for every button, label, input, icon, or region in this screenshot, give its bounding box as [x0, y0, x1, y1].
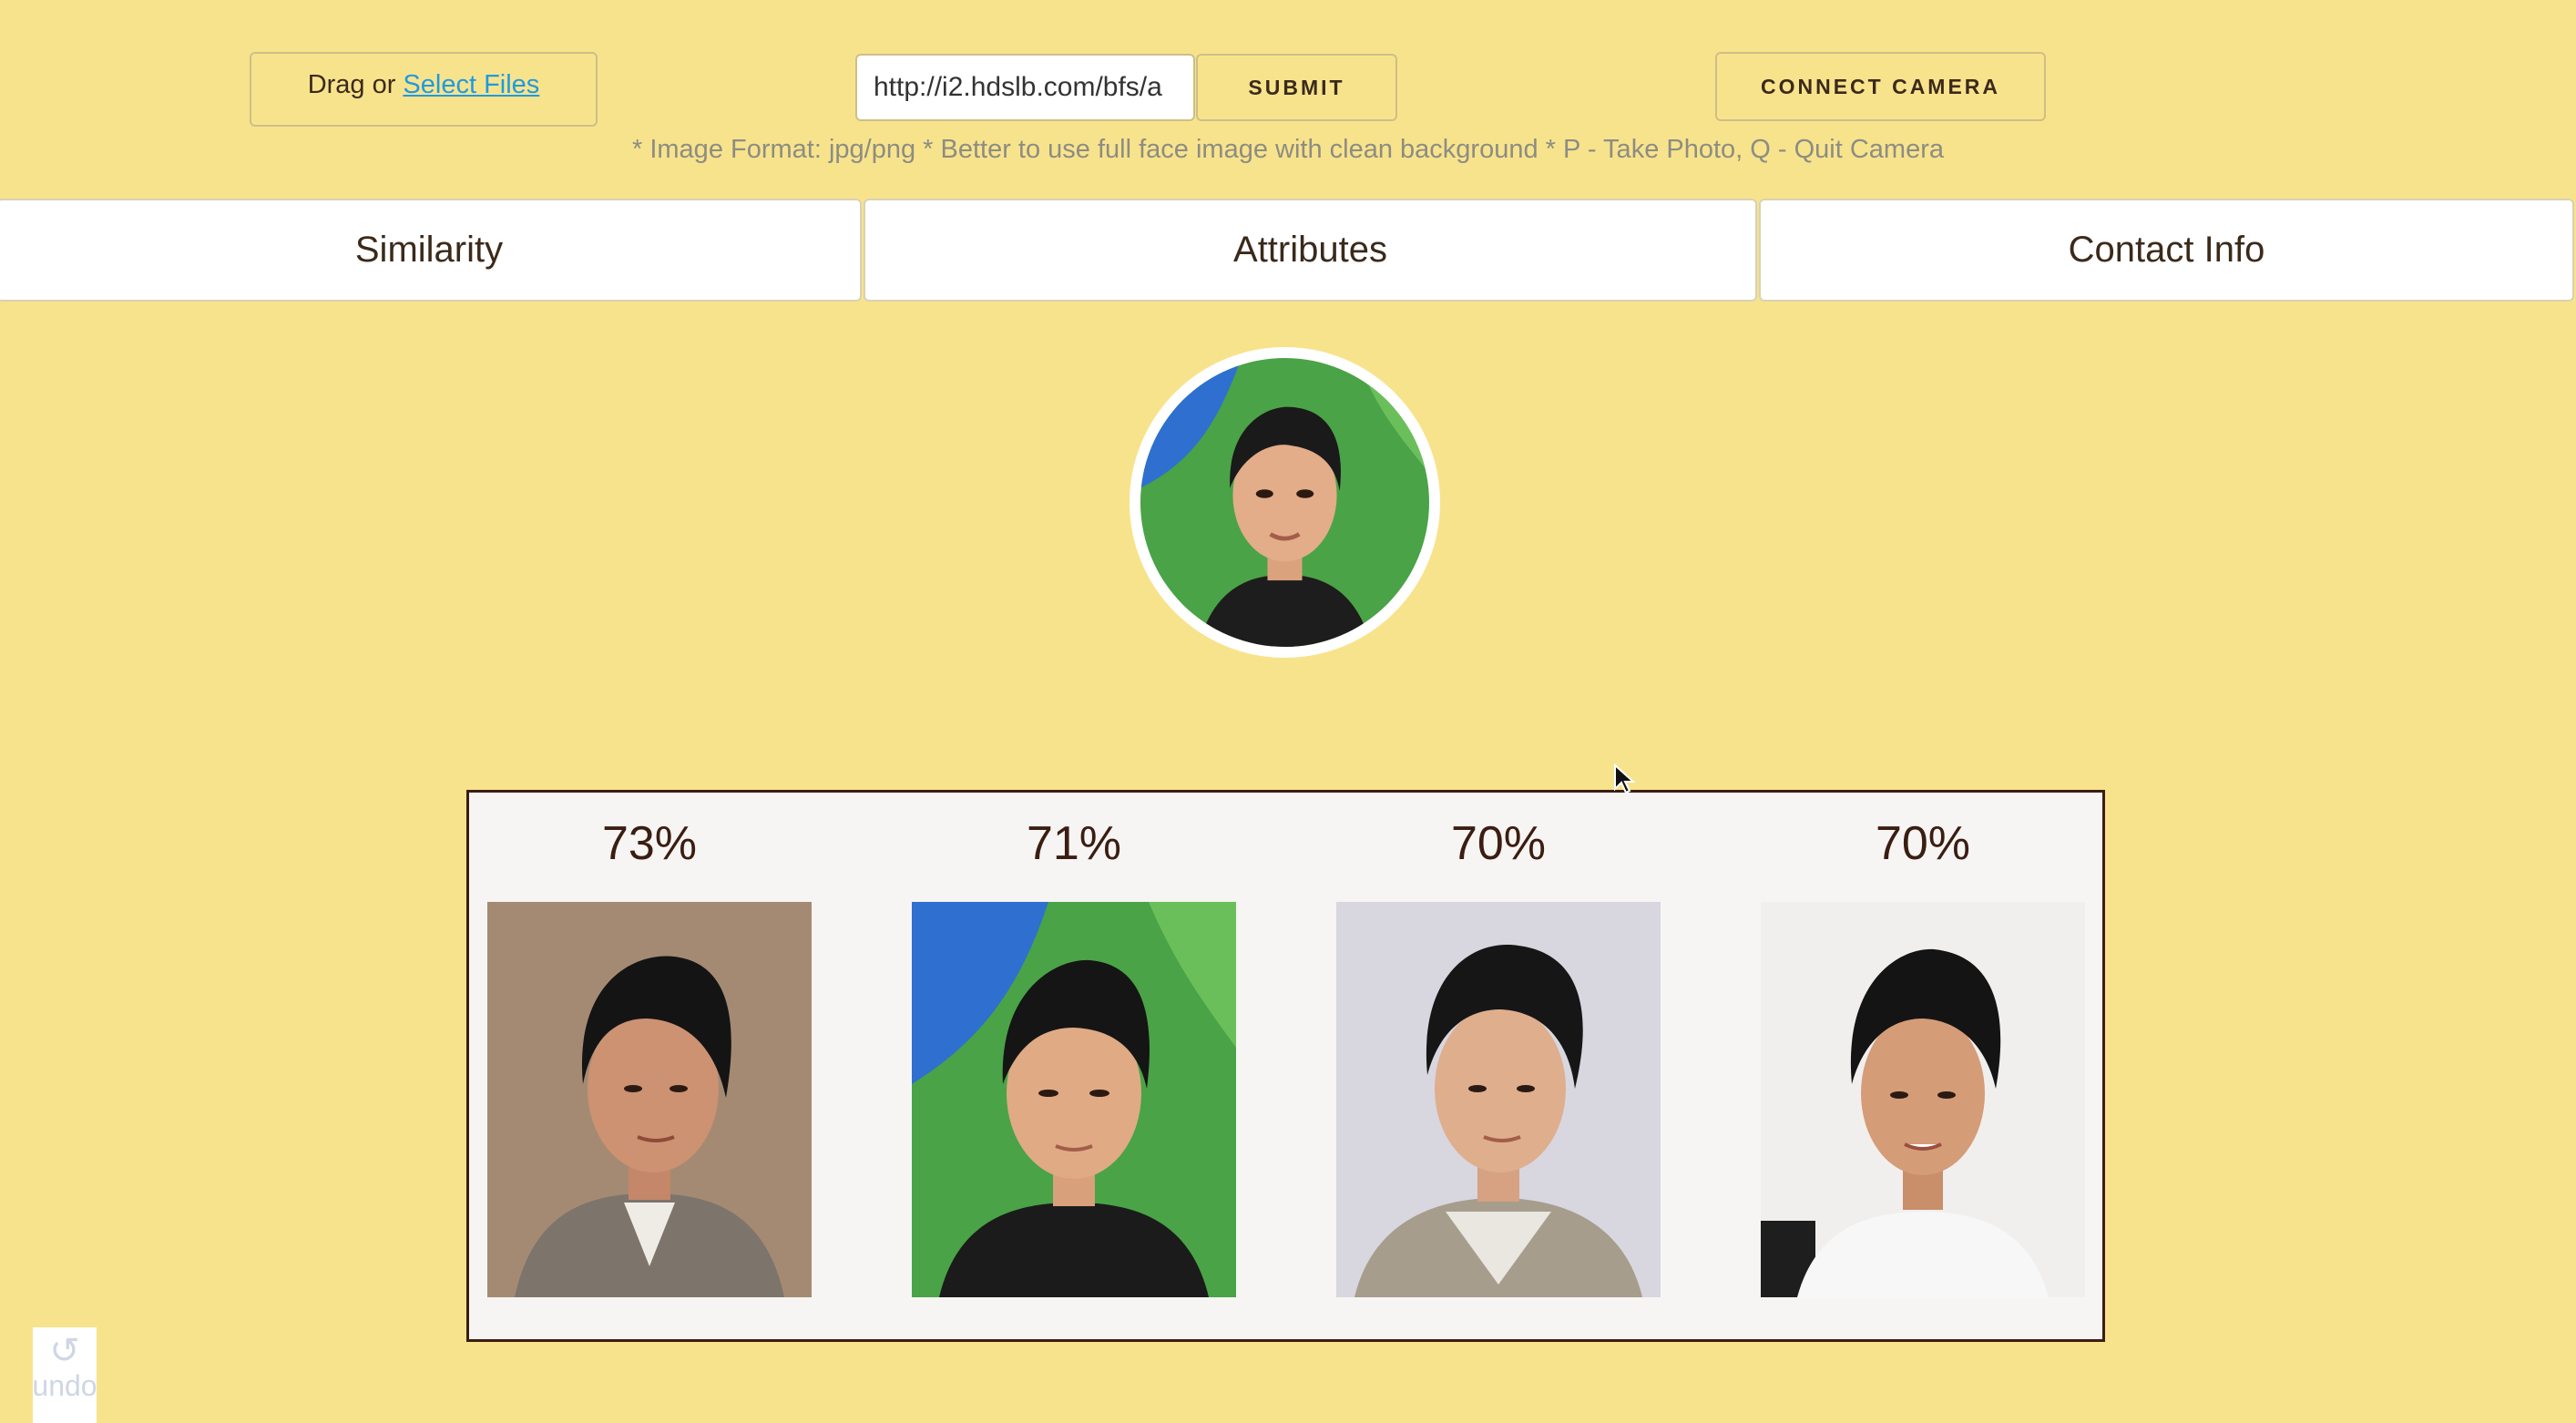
undo-button[interactable]: ↺ undo: [32, 1327, 97, 1423]
match-photo: [487, 902, 812, 1297]
match-percent: 70%: [1450, 817, 1547, 870]
image-url-input[interactable]: [855, 54, 1195, 121]
mouse-cursor-icon: [1614, 763, 1635, 794]
query-face-photo: [1140, 358, 1429, 647]
match-photo: [1761, 902, 2085, 1297]
match-percent: 71%: [1026, 817, 1122, 870]
match-percent: 73%: [601, 817, 698, 870]
tab-similarity[interactable]: Similarity: [0, 199, 862, 302]
undo-icon: ↺: [49, 1331, 80, 1371]
connect-camera-button[interactable]: CONNECT CAMERA: [1715, 52, 2046, 121]
tab-attributes[interactable]: Attributes: [864, 199, 1757, 302]
match-percent: 70%: [1875, 817, 1971, 870]
undo-label: undo: [32, 1369, 97, 1402]
submit-button[interactable]: SUBMIT: [1196, 54, 1397, 121]
file-dropzone[interactable]: Drag or Select Files: [250, 52, 598, 127]
match-photo: [1336, 902, 1661, 1297]
format-hint: * Image Format: jpg/png * Better to use …: [632, 135, 1944, 164]
similarity-results-panel: 73% 71% 70% 70%: [466, 790, 2105, 1342]
drag-text: Drag or: [307, 70, 396, 99]
query-face-avatar: [1130, 347, 1440, 658]
tab-contact-info[interactable]: Contact Info: [1759, 199, 2574, 302]
match-photo: [912, 902, 1236, 1297]
select-files-link[interactable]: Select Files: [403, 70, 539, 125]
